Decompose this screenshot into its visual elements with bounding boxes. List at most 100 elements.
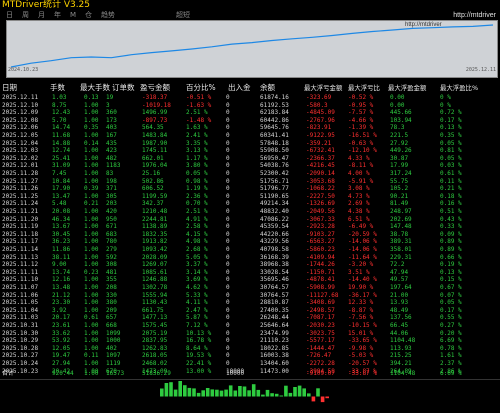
table-row[interactable]: 2025.10.27 19.47 0.11 1097 2618.05 19.53 % 0 16… (0, 352, 500, 360)
cell-max-float-loss-ratio: -7.57 % (348, 109, 374, 117)
col-lots[interactable]: 手数 (50, 83, 65, 93)
table-row[interactable]: 2025.11.28 7.45 1.00 83 25.16 0.05 % 0 52300.42… (0, 170, 500, 178)
cell-max-float-loss-ratio: -14.06 % (348, 246, 377, 253)
cell-max-float-profit: 445.66 (390, 109, 412, 117)
tab-m[interactable]: M (70, 11, 76, 20)
table-row[interactable]: 2025.11.26 17.90 0.39 371 606.52 1.19 % 0 51796… (0, 185, 500, 193)
tab-position[interactable]: 仓 (85, 11, 92, 20)
cell-profit: 1832.35 (142, 230, 168, 238)
tab-day[interactable]: 日 (6, 11, 13, 20)
cell-max-float-profit-ratio: 0.05 % (440, 299, 462, 307)
table-row[interactable]: 2025.10.28 12.05 1.00 402 1262.83 8.64 % 0 1802… (0, 345, 500, 353)
col-max-lots[interactable]: 最大手数 (80, 83, 110, 93)
table-row[interactable]: 2025.11.21 20.08 1.00 420 1210.48 2.51 % 0 4883… (0, 208, 500, 216)
cell-balance: 61192.53 (260, 101, 289, 109)
table-row[interactable]: 2025.11.25 13.47 1.00 305 1199.59 2.36 % 0 5119… (0, 193, 500, 201)
table-row[interactable]: 2025.11.04 3.92 1.00 209 661.75 2.47 % 0 27400.… (0, 307, 500, 315)
cell-orders: 683 (106, 230, 117, 238)
table-row[interactable]: 2025.11.07 13.48 1.00 208 1302.78 4.62 % 0 3076… (0, 284, 500, 292)
col-max-float-profit[interactable]: 最大浮盈金额 (388, 83, 426, 93)
col-profit[interactable]: 盈亏金额 (140, 83, 170, 93)
cell-max-float-profit-ratio: 0.20 % (440, 329, 462, 337)
table-row[interactable]: 2025.11.05 23.30 1.00 380 1130.43 4.11 % 0 2881… (0, 299, 500, 307)
cell-max-lots: 1.00 (84, 291, 99, 299)
table-row[interactable]: 2025.11.24 5.48 0.21 203 342.37 0.70 % 0 49214.… (0, 200, 500, 208)
col-max-float-profit-ratio[interactable]: 最大浮盈比% (440, 83, 478, 93)
tab-week[interactable]: 周 (22, 11, 29, 20)
histogram-bar (224, 389, 228, 397)
table-row[interactable]: 2025.10.24 27.94 1.00 1119 2468.02 22.41 % 0 13… (0, 360, 500, 368)
cell-max-float-profit: 30.87 (390, 154, 409, 162)
table-row[interactable]: 2025.12.09 12.43 1.00 360 1496.99 2.51 % 0 6218… (0, 109, 500, 117)
table-row[interactable]: 2025.11.03 20.17 0.61 657 1477.13 5.87 % 0 2624… (0, 314, 500, 322)
table-row[interactable]: 2025.11.18 30.45 1.00 683 1832.35 4.15 % 0 4422… (0, 231, 500, 239)
table-row[interactable]: 2025.11.20 46.34 1.00 950 2244.81 4.91 % 0 4708… (0, 216, 500, 224)
cell-max-float-loss-ratio: 4.00 % (348, 170, 370, 177)
cell-max-float-profit-ratio: 0.43 % (440, 215, 462, 223)
cell-max-lots: 1.00 (84, 344, 99, 352)
header-url[interactable]: http://mtdriver (453, 12, 496, 19)
tab-year[interactable]: 年 (54, 11, 61, 20)
table-row[interactable]: 2025.12.01 31.09 1.00 1183 1976.04 3.80 % 0 540… (0, 162, 500, 170)
tab-month[interactable]: 月 (38, 11, 45, 20)
table-row[interactable]: 2025.12.05 11.68 1.00 167 1483.84 2.41 % 0 6034… (0, 132, 500, 140)
cell-date: 2025.12.06 (2, 124, 39, 132)
cell-balance: 33028.54 (260, 268, 289, 276)
histogram-bar (169, 382, 173, 397)
cell-balance: 51796.77 (260, 185, 289, 193)
cell-date: 2025.11.10 (2, 276, 39, 284)
cell-deposit: 0 (226, 215, 230, 223)
cell-max-float-loss: -9103.27 (306, 230, 335, 238)
cell-max-float-profit: 394.21 (390, 360, 412, 367)
table-row[interactable]: 2025.11.12 9.00 1.00 308 1269.07 3.37 % 0 38968… (0, 261, 500, 269)
table-row[interactable]: 2025.10.30 33.62 1.00 1099 2075.19 10.13 % 0 23… (0, 330, 500, 338)
tab-trend[interactable]: 趋势 (101, 11, 115, 20)
table-row[interactable]: 2025.12.04 14.88 0.14 435 1987.90 3.35 % 0 5784… (0, 140, 500, 148)
chart-url[interactable]: http://mtdriver (405, 22, 442, 28)
cell-percent: 0.05 % (186, 170, 208, 177)
cell-max-float-loss-ratio: 4.33 % (348, 154, 370, 162)
col-date[interactable]: 日期 (2, 83, 17, 93)
table-row[interactable]: 2025.12.11 1.03 0.13 19 -318.37 -0.51 % 0 61874… (0, 94, 500, 102)
cell-max-float-loss: -4216.45 (306, 162, 335, 170)
table-row[interactable]: 2025.12.03 12.74 1.00 423 1745.11 3.13 % 0 5590… (0, 147, 500, 155)
table-row[interactable]: 2025.10.29 53.92 1.00 1000 2837.95 16.78 % 0 21… (0, 337, 500, 345)
table-row[interactable]: 2025.12.06 14.74 0.35 403 564.35 1.63 % 0 59645… (0, 124, 500, 132)
cell-deposit: 0 (226, 360, 230, 367)
table-row[interactable]: 2025.12.02 25.41 1.00 482 662.01 1.17 % 0 56950… (0, 155, 500, 163)
col-max-float-loss[interactable]: 最大浮亏金额 (304, 83, 342, 93)
cell-orders: 173 (106, 116, 117, 124)
col-percent[interactable]: 百分比% (186, 83, 216, 93)
cell-max-lots: 1.00 (84, 170, 99, 177)
tab-scalping[interactable]: 超短 (176, 11, 190, 20)
table-row[interactable]: 2025.12.10 8.75 1.00 3 -1019.18 -1.63 % 0 61192… (0, 102, 500, 110)
totals-max-float-profit-ratio: 6.69 % (440, 370, 462, 377)
table-row[interactable]: 2025.12.08 5.70 1.00 173 -897.73 -1.48 % 0 6044… (0, 117, 500, 125)
table-row[interactable]: 2025.11.17 36.23 1.00 780 1913.82 4.98 % 0 4322… (0, 238, 500, 246)
cell-max-float-profit: 0.00 (390, 101, 405, 109)
cell-orders: 3 (106, 101, 110, 109)
cell-date: 2025.11.27 (2, 177, 39, 185)
table-row[interactable]: 2025.10.31 23.61 1.00 668 1575.45 7.12 % 0 2564… (0, 322, 500, 330)
cell-max-float-loss-ratio: -12.10 % (348, 147, 377, 155)
table-row[interactable]: 2025.11.19 13.67 1.00 671 1138.89 2.58 % 0 4535… (0, 223, 500, 231)
table-row[interactable]: 2025.11.11 13.74 0.23 481 1085.61 3.14 % 0 3302… (0, 269, 500, 277)
cell-percent: 3.80 % (186, 162, 208, 170)
cell-lots: 23.30 (52, 299, 71, 307)
table-row[interactable]: 2025.11.10 12.16 1.00 355 1246.88 3.69 % 0 3569… (0, 276, 500, 284)
table-row[interactable]: 2025.11.06 21.12 1.00 330 1555.94 5.33 % 0 3076… (0, 292, 500, 300)
cell-max-float-loss-ratio: 3.51 % (348, 268, 370, 276)
table-row[interactable]: 2025.11.13 38.11 1.00 592 2028.09 5.05 % 0 3616… (0, 254, 500, 262)
cell-max-lots: 1.00 (84, 306, 99, 314)
col-max-float-loss-ratio[interactable]: 最大浮亏比 (348, 83, 380, 93)
table-row[interactable]: 2025.11.27 10.84 1.00 198 502.86 0.98 % 0 51756… (0, 178, 500, 186)
cell-deposit: 0 (226, 200, 230, 208)
col-balance[interactable]: 余额 (260, 83, 275, 93)
col-deposit[interactable]: 出入金 (228, 83, 251, 93)
table-row[interactable]: 2025.11.14 11.86 1.00 279 1093.42 2.68 % 0 4079… (0, 246, 500, 254)
cell-balance: 43229.56 (260, 238, 289, 246)
cell-date: 2025.11.12 (2, 261, 39, 269)
cell-max-float-profit-ratio: 0.07 % (440, 291, 462, 299)
cell-date: 2025.11.11 (2, 268, 39, 276)
col-orders[interactable]: 订单数 (112, 83, 135, 93)
